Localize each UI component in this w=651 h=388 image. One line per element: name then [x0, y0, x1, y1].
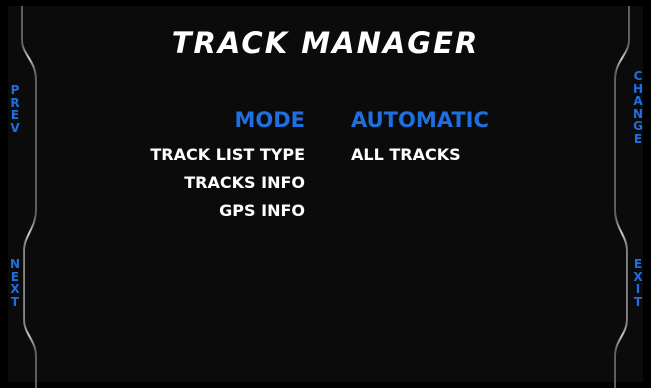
- prev-button[interactable]: PREV: [4, 84, 26, 134]
- soft-key-letter: A: [633, 94, 643, 108]
- change-button[interactable]: CHANGE: [627, 70, 649, 145]
- soft-key-letter: E: [633, 131, 643, 146]
- menu-row-value: AUTOMATIC: [351, 108, 489, 132]
- exit-button[interactable]: EXIT: [627, 258, 649, 308]
- menu-row-label: GPS INFO: [219, 201, 305, 220]
- soft-key-letter: T: [633, 294, 643, 309]
- menu-row-label: TRACKS INFO: [184, 173, 305, 192]
- page-title: TRACK MANAGER: [171, 26, 480, 60]
- soft-key-letter: I: [635, 282, 641, 296]
- soft-key-letter: N: [9, 257, 21, 271]
- next-button[interactable]: NEXT: [4, 258, 26, 308]
- track-manager-screen: TRACK MANAGER MODE AUTOMATIC TRACK LIST …: [0, 0, 651, 388]
- soft-key-letter: E: [10, 108, 20, 122]
- soft-key-letter: T: [10, 294, 20, 309]
- soft-key-letter: C: [633, 69, 643, 83]
- soft-key-label: PREV: [4, 84, 26, 134]
- soft-key-letter: V: [10, 120, 20, 135]
- menu-row-label: MODE: [234, 108, 305, 132]
- menu-row-label: TRACK LIST TYPE: [150, 145, 305, 164]
- soft-key-letter: G: [633, 119, 643, 133]
- soft-key-letter: X: [10, 282, 20, 296]
- soft-key-letter: E: [633, 257, 643, 271]
- soft-key-label: NEXT: [4, 258, 26, 308]
- menu-row-value: ALL TRACKS: [351, 145, 461, 164]
- soft-key-label: EXIT: [627, 258, 649, 308]
- soft-key-label: CHANGE: [627, 70, 649, 145]
- soft-key-letter: P: [10, 83, 20, 97]
